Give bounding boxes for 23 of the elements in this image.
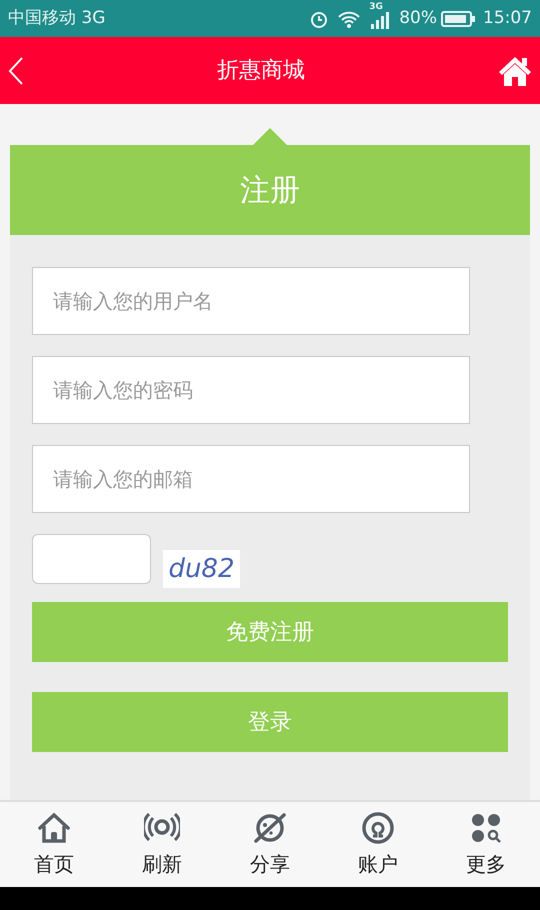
network-label: 3G [369, 0, 383, 14]
account-icon [360, 810, 396, 844]
captcha-field[interactable] [32, 534, 151, 584]
nav-item[interactable]: 更多 [466, 810, 506, 878]
back-icon[interactable] [8, 56, 24, 86]
wifi-icon [337, 10, 362, 28]
battery-label: 80% [399, 6, 437, 30]
carrier-label: 中国移动 3G [8, 6, 106, 30]
time-label: 15:07 [483, 6, 532, 30]
input-field[interactable]: 请输入您的密码 [32, 356, 470, 424]
battery-icon [441, 10, 475, 26]
nav-item[interactable]: 账户 [358, 810, 398, 878]
home-icon [36, 810, 72, 844]
nav-item[interactable]: 首页 [34, 810, 74, 878]
nav-item[interactable]: 分享 [250, 810, 290, 878]
planet-icon [252, 810, 288, 844]
form-title: 注册 [10, 145, 530, 235]
page-title: 折惠商城 [217, 57, 305, 85]
input-field[interactable]: 请输入您的用户名 [32, 267, 470, 335]
home-icon[interactable] [498, 54, 532, 86]
captcha-image[interactable]: du82 [163, 550, 240, 588]
nav-item[interactable]: 刷新 [142, 810, 182, 878]
input-field[interactable]: 请输入您的邮箱 [32, 445, 470, 513]
